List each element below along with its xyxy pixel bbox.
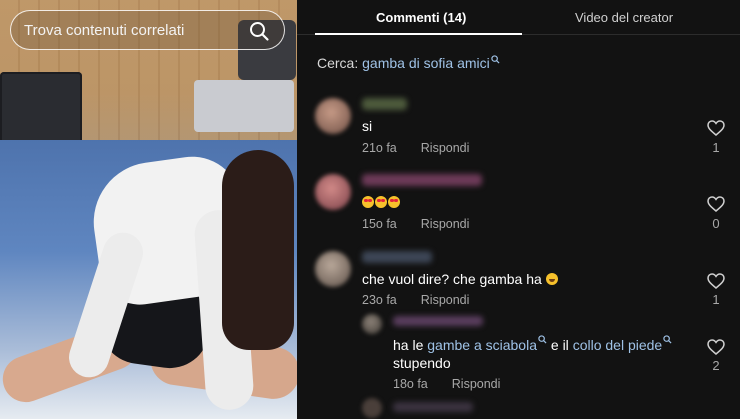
comments-panel: Commenti (14) Video del creator Cerca: g… [297, 0, 740, 419]
heart-icon [707, 196, 725, 212]
video-player[interactable]: Trova contenuti correlati [0, 0, 297, 419]
comment-time: 18o fa [393, 377, 428, 391]
heart-eyes-icon [388, 196, 400, 208]
comment-meta: 21o fa Rispondi [362, 141, 469, 155]
comment-time: 15o fa [362, 217, 397, 231]
reply-text: ha le gambe a sciabola e il collo del pi… [393, 335, 673, 353]
reply-button[interactable]: Rispondi [421, 141, 470, 155]
username[interactable] [362, 98, 407, 110]
search-tag-label: collo del piede [572, 337, 663, 353]
heart-eyes-icon [375, 196, 387, 208]
username[interactable] [393, 402, 473, 412]
comment-time: 21o fa [362, 141, 397, 155]
heart-icon [707, 120, 725, 136]
like-count: 1 [712, 140, 720, 155]
search-icon[interactable] [248, 20, 270, 42]
search-tag-link[interactable]: collo del piede [572, 335, 673, 353]
avatar[interactable] [362, 314, 382, 334]
search-placeholder: Trova contenuti correlati [24, 21, 185, 39]
reply-text-part: e il [547, 337, 573, 353]
search-icon [538, 335, 547, 344]
search-tag-label: gambe a sciabola [427, 337, 537, 353]
heart-icon [707, 273, 725, 289]
comment-emoji [362, 194, 401, 210]
like-button[interactable] [707, 196, 725, 212]
username[interactable] [362, 174, 482, 186]
search-suggestion-label: Cerca: [317, 55, 359, 71]
reply-button[interactable]: Rispondi [421, 217, 470, 231]
tab-creator-videos[interactable]: Video del creator [575, 10, 673, 25]
like-count: 1 [712, 292, 720, 307]
reply-text-line2: stupendo [393, 355, 451, 371]
like-button[interactable] [707, 120, 725, 136]
comment-time: 23o fa [362, 293, 397, 307]
avatar[interactable] [315, 98, 351, 134]
related-content-search-bar[interactable]: Trova contenuti correlati [10, 10, 285, 50]
tears-of-joy-icon [545, 273, 558, 285]
username[interactable] [393, 316, 483, 326]
video-dancer-hair [222, 150, 294, 350]
comment-meta: 18o fa Rispondi [393, 377, 500, 391]
comment-meta: 23o fa Rispondi [362, 293, 469, 307]
reply-button[interactable]: Rispondi [421, 293, 470, 307]
comment-text-line: che vuol dire? che gamba ha [362, 271, 559, 287]
search-icon [663, 335, 672, 344]
tab-comments[interactable]: Commenti (14) [376, 10, 466, 25]
comment-text: che vuol dire? che gamba ha [362, 271, 542, 287]
like-button[interactable] [707, 339, 725, 355]
search-suggestion[interactable]: Cerca: gamba di sofia amici [317, 55, 500, 71]
like-button[interactable] [707, 273, 725, 289]
comment-meta: 15o fa Rispondi [362, 217, 469, 231]
like-count: 2 [712, 358, 720, 373]
username[interactable] [362, 251, 432, 263]
heart-icon [707, 339, 725, 355]
avatar[interactable] [362, 398, 382, 418]
reply-button[interactable]: Rispondi [452, 377, 501, 391]
reply-text-part: ha le [393, 337, 428, 353]
tab-bar: Commenti (14) Video del creator [297, 0, 740, 35]
search-tag-link[interactable]: gambe a sciabola [427, 335, 547, 353]
avatar[interactable] [315, 174, 351, 210]
like-count: 0 [712, 216, 720, 231]
search-suggestion-term[interactable]: gamba di sofia amici [362, 55, 490, 71]
heart-eyes-icon [362, 196, 374, 208]
search-icon [491, 55, 500, 64]
active-tab-indicator [315, 33, 522, 35]
comment-text: si [362, 118, 373, 134]
video-stage-equipment [194, 80, 294, 132]
avatar[interactable] [315, 251, 351, 287]
